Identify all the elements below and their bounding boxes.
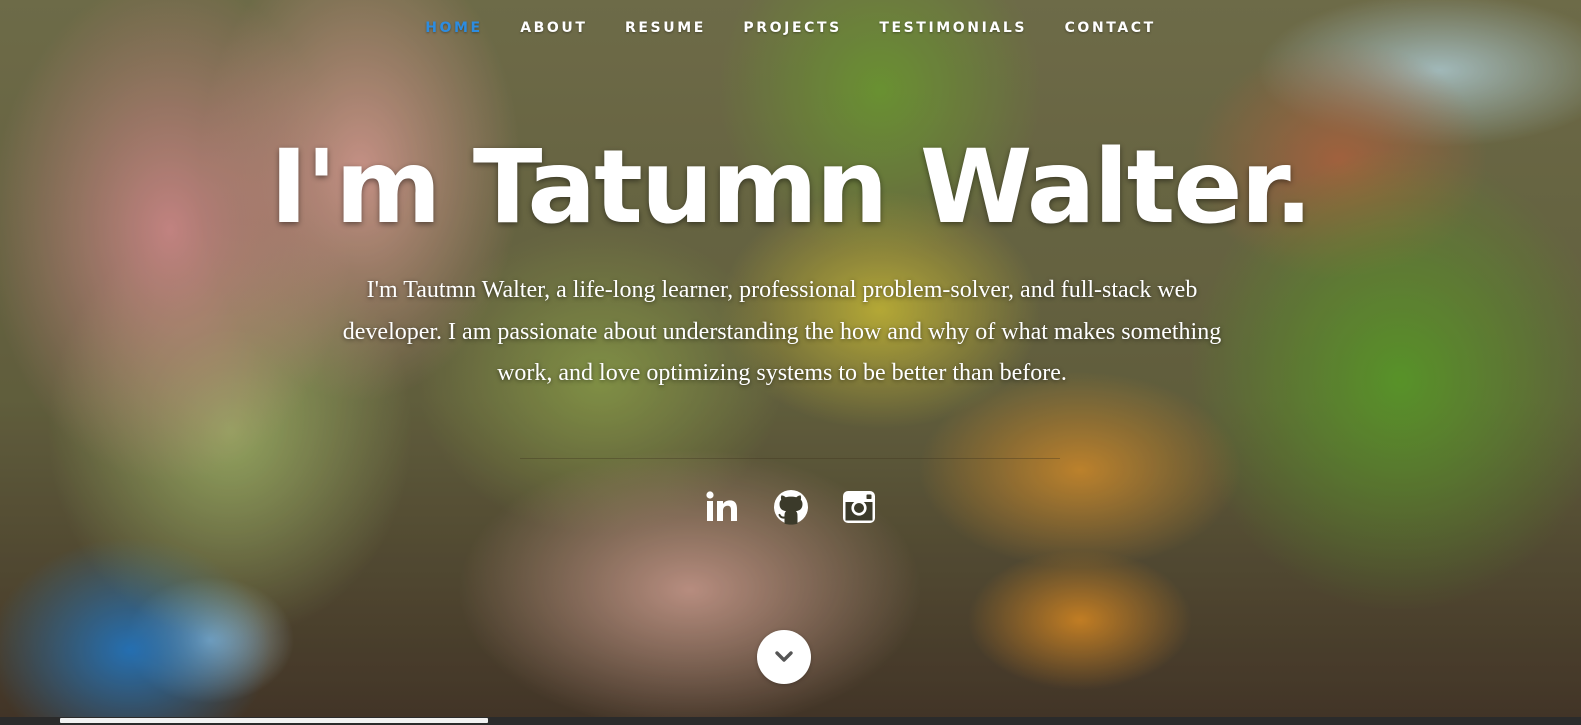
nav-item-contact[interactable]: CONTACT — [1065, 20, 1156, 36]
github-icon[interactable] — [771, 487, 811, 527]
linkedin-icon[interactable] — [703, 487, 743, 527]
bio-text: I'm Tautmn Walter, a life-long learner, … — [342, 277, 1222, 386]
scroll-down-button[interactable] — [757, 630, 811, 684]
horizontal-scrollbar[interactable] — [0, 717, 1581, 725]
nav-item-about[interactable]: ABOUT — [520, 20, 587, 36]
social-links — [0, 487, 1581, 527]
nav-item-home[interactable]: HOME — [425, 20, 483, 36]
divider — [520, 458, 1060, 459]
nav-item-testimonials[interactable]: TESTIMONIALS — [879, 20, 1027, 36]
nav-item-projects[interactable]: PROJECTS — [743, 20, 841, 36]
hero-section: HOME ABOUT RESUME PROJECTS TESTIMONIALS … — [0, 0, 1581, 725]
nav-item-resume[interactable]: RESUME — [625, 20, 706, 36]
headline: I'm Tatumn Walter. — [269, 128, 1313, 247]
instagram-icon[interactable] — [839, 487, 879, 527]
chevron-down-icon — [775, 651, 793, 662]
scrollbar-thumb[interactable] — [60, 718, 488, 723]
main-nav: HOME ABOUT RESUME PROJECTS TESTIMONIALS … — [0, 20, 1581, 36]
